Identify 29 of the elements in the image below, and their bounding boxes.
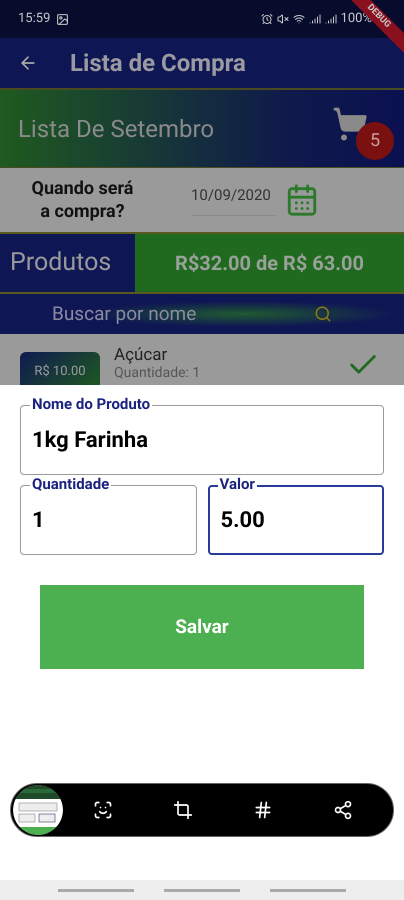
gallery-icon <box>56 12 70 26</box>
search-icon <box>314 305 332 323</box>
list-name: Lista De Setembro <box>18 114 214 144</box>
nav-handle[interactable] <box>164 888 240 892</box>
field-label: Quantidade <box>30 475 112 493</box>
product-name: Açúcar <box>114 346 168 364</box>
cart-icon <box>332 106 368 142</box>
scan-icon[interactable] <box>93 800 113 820</box>
mute-icon <box>276 13 289 25</box>
nav-handle[interactable] <box>58 888 134 892</box>
status-time: 15:59 <box>18 10 50 28</box>
share-icon[interactable] <box>333 800 353 820</box>
nav-handle[interactable] <box>270 888 346 892</box>
price-tag: R$ 10.00 <box>20 352 100 385</box>
product-row[interactable]: R$ 10.00 Açúcar Quantidade: 1 <box>0 334 404 385</box>
crop-edit-icon[interactable] <box>173 800 193 820</box>
total-amount: R$32.00 de R$ 63.00 <box>135 234 404 292</box>
cart-count-badge: 5 <box>356 122 394 160</box>
search-field[interactable]: Buscar por nome <box>0 294 404 334</box>
field-value: 1 <box>32 506 45 534</box>
hashtag-icon[interactable] <box>253 800 273 820</box>
product-quantity: Quantidade: 1 <box>114 364 200 382</box>
field-value: 5.00 <box>220 506 265 534</box>
alarm-icon <box>260 13 273 25</box>
field-value: 1kg Farinha <box>32 426 148 454</box>
date-field[interactable]: 10/09/2020 <box>191 184 275 216</box>
search-placeholder: Buscar por nome <box>52 300 196 327</box>
app-bar-title: Lista de Compra <box>70 48 246 79</box>
date-question: Quando será a compra? <box>30 177 134 223</box>
